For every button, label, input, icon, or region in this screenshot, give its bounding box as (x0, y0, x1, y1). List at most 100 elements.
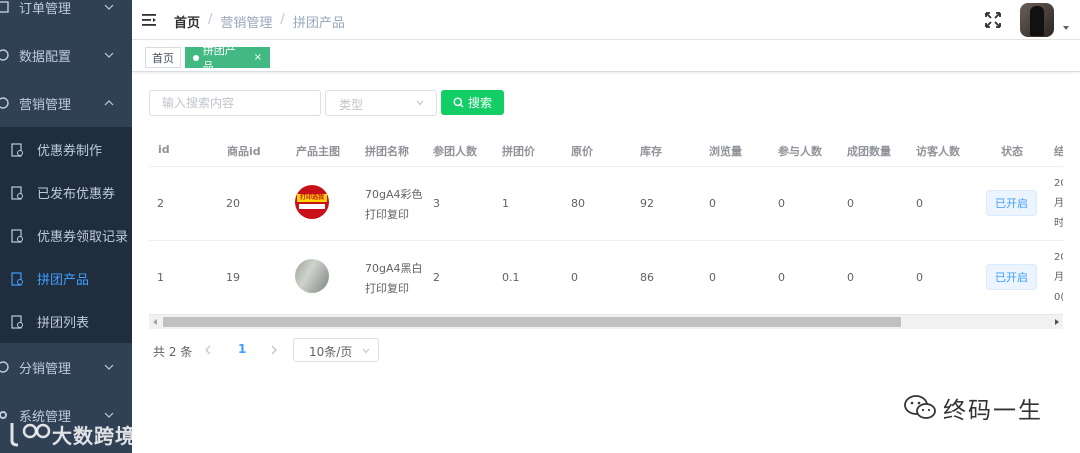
distribution-icon (0, 361, 9, 373)
breadcrumb-separator: / (208, 12, 213, 27)
chevron-up-icon (104, 100, 114, 106)
avatar[interactable] (1020, 3, 1054, 37)
cell-product-id: 20 (226, 197, 240, 210)
sidebar-item-label: 拼团产品 (37, 273, 90, 288)
table-horizontal-scrollbar[interactable] (149, 314, 1063, 329)
cell-end-time-line: 月 (1054, 198, 1063, 209)
type-select-placeholder: 类型 (339, 98, 364, 112)
menu-label: 数据配置 (19, 49, 72, 65)
cell-original-price: 80 (571, 197, 585, 210)
column-header: 库存 (640, 145, 662, 158)
scrollbar-thumb[interactable] (163, 317, 901, 327)
sidebar-item-label: 已发布优惠券 (37, 187, 116, 202)
sidebar-item-coupon-make[interactable]: 优惠券制作 (0, 128, 132, 171)
sidebar-item-coupon-record[interactable]: 优惠券领取记录 (0, 214, 132, 257)
breadcrumb-section: 营销管理 (220, 16, 273, 31)
cell-id: 1 (157, 271, 164, 284)
status-badge: 已开启 (986, 190, 1037, 216)
caret-down-icon[interactable] (1063, 26, 1069, 30)
navbar: 首页 / 营销管理 / 拼团产品 (132, 0, 1080, 40)
cell-name-line1: 70gA4彩色 (365, 188, 423, 201)
cell-product-id: 19 (226, 271, 240, 284)
watermark-logo-icon (10, 423, 51, 447)
document-icon (11, 271, 23, 286)
breadcrumb-separator: / (280, 12, 285, 27)
document-icon (11, 314, 23, 329)
page-size-value: 10条/页 (309, 345, 353, 359)
status-badge: 已开启 (986, 264, 1037, 290)
group-product-table: id 商品id 产品主图 拼团名称 参团人数 拼团价 原价 库存 浏览量 参与人… (149, 132, 1063, 315)
chevron-right-icon[interactable] (269, 345, 279, 355)
cell-name-line2: 打印复印 (365, 282, 409, 295)
status-label: 已开启 (995, 271, 1028, 284)
column-header: 浏览量 (709, 145, 742, 158)
cell-views: 0 (709, 197, 716, 210)
chevron-left-icon[interactable] (203, 345, 213, 355)
page-size-select[interactable]: 10条/页 (293, 338, 379, 362)
sidebar-item-group-list[interactable]: 拼团列表 (0, 300, 132, 343)
column-header: 参团人数 (433, 145, 477, 158)
column-header: id (158, 143, 170, 156)
cell-original-price: 0 (571, 271, 578, 284)
product-image: 打印选我 (295, 185, 329, 219)
close-icon[interactable]: × (254, 52, 262, 63)
menu-distribution[interactable]: 分销管理 (0, 341, 132, 393)
search-button[interactable]: 搜索 (441, 90, 504, 115)
column-header: 拼团名称 (365, 145, 409, 158)
chevron-down-icon (416, 100, 424, 106)
cell-stock: 92 (640, 197, 654, 210)
document-icon (11, 142, 23, 157)
cell-group-price: 0.1 (502, 271, 520, 284)
tag-home[interactable]: 首页 (145, 47, 181, 68)
document-icon (11, 228, 23, 243)
menu-marketing[interactable]: 营销管理 (0, 77, 132, 129)
cell-name: 70gA4彩色 打印复印 (365, 185, 423, 225)
cell-visitors: 0 (916, 271, 923, 284)
column-header: 商品id (227, 145, 261, 158)
cell-visitors: 0 (916, 197, 923, 210)
product-image-text: 打印选我 (297, 194, 327, 202)
tag-label: 拼团产品 (202, 43, 236, 73)
cell-end-time-line: 0( (1054, 292, 1063, 303)
cell-views: 0 (709, 271, 716, 284)
product-image-band (299, 204, 325, 209)
watermark-right: 终码一生 (903, 389, 1053, 425)
marketing-submenu: 优惠券制作 已发布优惠券 优惠券领取记录 拼团产品 拼团列表 (0, 127, 132, 343)
sidebar-item-coupon-published[interactable]: 已发布优惠券 (0, 171, 132, 214)
tag-group-product[interactable]: 拼团产品 × (185, 44, 270, 73)
cell-members: 2 (433, 271, 440, 284)
search-button-label: 搜索 (467, 96, 492, 110)
hamburger-icon[interactable] (142, 13, 156, 27)
scroll-left-icon[interactable] (153, 319, 157, 325)
chevron-down-icon (104, 4, 114, 10)
search-input[interactable] (149, 90, 321, 116)
sidebar-item-label: 优惠券制作 (37, 144, 103, 159)
cell-end-time: 20 月 0( (1054, 248, 1063, 308)
cell-stock: 86 (640, 271, 654, 284)
order-icon (0, 1, 9, 13)
data-config-icon (0, 49, 9, 61)
marketing-icon (0, 97, 9, 109)
cell-name-line2: 打印复印 (365, 208, 409, 221)
cell-participants: 0 (778, 197, 785, 210)
pagination-total: 共 2 条 (153, 345, 193, 359)
sidebar-item-label: 优惠券领取记录 (37, 230, 129, 245)
divider (149, 166, 1063, 167)
scroll-right-icon[interactable] (1055, 319, 1059, 325)
sidebar-item-group-product[interactable]: 拼团产品 (0, 257, 132, 300)
type-select[interactable]: 类型 (325, 90, 437, 116)
column-header: 拼团价 (502, 145, 535, 158)
chevron-down-icon (362, 348, 370, 354)
breadcrumb-home[interactable]: 首页 (174, 12, 200, 31)
fullscreen-icon[interactable] (985, 12, 1001, 28)
wechat-icon (904, 395, 936, 419)
menu-data-config[interactable]: 数据配置 (0, 29, 132, 81)
active-dot-icon (193, 54, 199, 61)
product-image (295, 259, 329, 293)
document-icon (11, 185, 23, 200)
status-label: 已开启 (995, 197, 1028, 210)
watermark-left-text: 大数跨境 (52, 423, 136, 448)
column-header: 产品主图 (296, 145, 340, 158)
cell-name-line1: 70gA4黑白 (365, 262, 423, 275)
pagination-page-1[interactable]: 1 (238, 342, 246, 356)
